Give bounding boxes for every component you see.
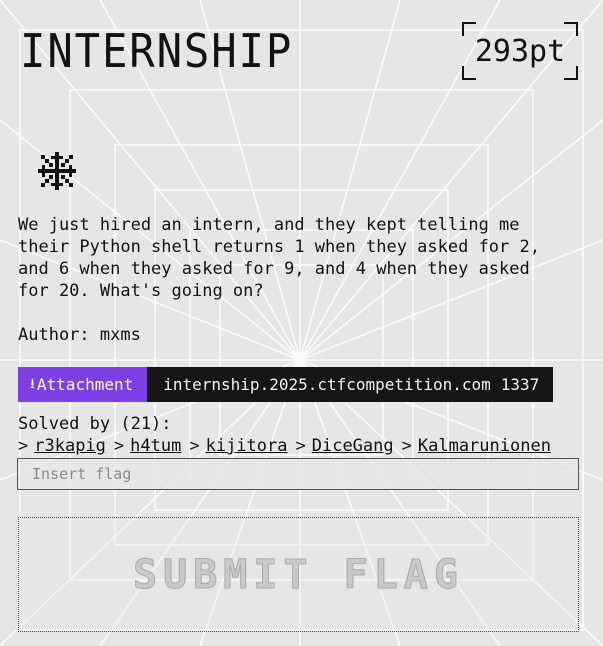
solver-item: > Kalmarunionen bbox=[402, 435, 551, 457]
attachment-label: Attachment bbox=[36, 375, 134, 394]
bracket-corner-icon bbox=[564, 66, 578, 80]
attachment-button[interactable]: ⭳ Attachment bbox=[18, 367, 148, 402]
chevron-right-icon: > bbox=[189, 436, 200, 456]
challenge-title: INTERNSHIP bbox=[20, 24, 294, 78]
solver-link[interactable]: r3kapig bbox=[34, 435, 106, 457]
solver-link[interactable]: Kalmarunionen bbox=[418, 435, 551, 457]
solver-link[interactable]: h4tum bbox=[130, 435, 181, 457]
solver-item: > h4tum bbox=[114, 435, 181, 457]
asterisk-snowflake-icon bbox=[38, 152, 76, 190]
submit-flag-label: SUBMIT FLAG bbox=[133, 551, 464, 598]
bracket-corner-icon bbox=[462, 66, 476, 80]
challenge-author: Author: mxms bbox=[18, 325, 141, 345]
challenge-description: We just hired an intern, and they kept t… bbox=[18, 215, 540, 301]
chevron-right-icon: > bbox=[18, 436, 29, 456]
points-value: 293pt bbox=[474, 33, 566, 69]
flag-input[interactable] bbox=[17, 458, 579, 490]
bracket-corner-icon bbox=[564, 22, 578, 36]
solver-list: > r3kapig > h4tum > kijitora > DiceGang > Kal… bbox=[18, 435, 559, 457]
attachment-row: ⭳ Attachment internship.2025.ctfcompetit… bbox=[18, 367, 554, 402]
solver-link[interactable]: DiceGang bbox=[312, 435, 394, 457]
bracket-corner-icon bbox=[462, 22, 476, 36]
submit-flag-button[interactable]: SUBMIT FLAG bbox=[18, 517, 579, 632]
connection-info: internship.2025.ctfcompetition.com 1337 bbox=[147, 367, 554, 402]
solver-item: > DiceGang bbox=[295, 435, 393, 457]
connection-port: 1337 bbox=[500, 375, 540, 394]
chevron-right-icon: > bbox=[401, 436, 412, 456]
chevron-right-icon: > bbox=[295, 436, 306, 456]
solver-item: > kijitora bbox=[189, 435, 287, 457]
solver-item: > r3kapig bbox=[18, 435, 106, 457]
solves-heading: Solved by (21): bbox=[18, 414, 172, 434]
download-icon: ⭳ bbox=[30, 375, 35, 392]
solver-link[interactable]: kijitora bbox=[206, 435, 288, 457]
chevron-right-icon: > bbox=[113, 436, 125, 456]
connection-host: internship.2025.ctfcompetition.com bbox=[163, 375, 491, 394]
points-badge: 293pt bbox=[462, 22, 578, 80]
